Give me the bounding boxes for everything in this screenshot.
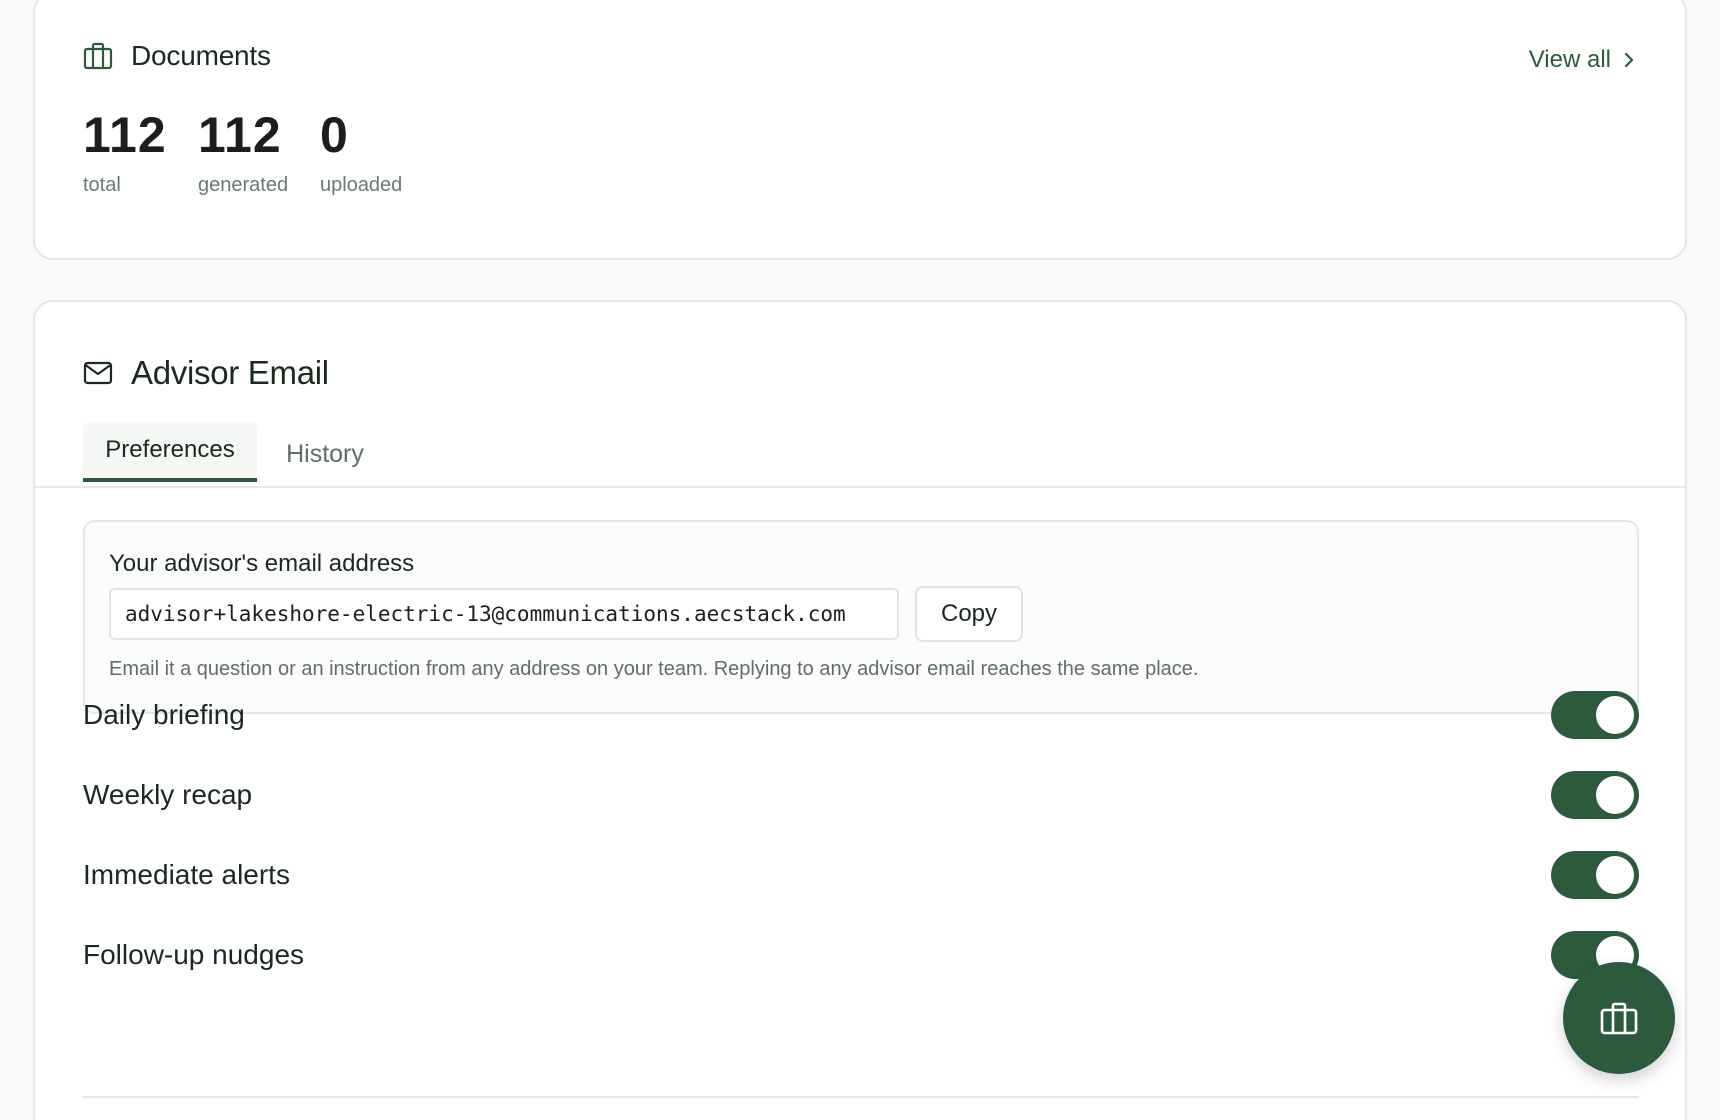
page: Documents View all 112 total 112 generat… [0, 0, 1720, 1120]
briefcase-fab-button[interactable] [1563, 962, 1675, 1074]
pref-label: Immediate alerts [83, 859, 290, 890]
documents-card: Documents View all 112 total 112 generat… [33, 0, 1687, 260]
mail-icon [83, 361, 113, 385]
stat-label: generated [198, 174, 289, 196]
tab-bar: Preferences History [35, 422, 1685, 488]
advisor-email-card: Advisor Email Preferences History Your a… [33, 300, 1687, 1120]
briefcase-icon [1600, 1001, 1638, 1035]
pref-label: Weekly recap [83, 779, 253, 810]
pref-row-daily-briefing: Daily briefing [83, 690, 1639, 740]
briefcase-icon [83, 42, 113, 70]
pref-row-weekly-recap: Weekly recap [83, 770, 1639, 820]
stat-value: 112 [198, 107, 282, 163]
stat-value: 0 [320, 107, 349, 163]
section-divider [83, 1096, 1639, 1098]
address-label: Your advisor's email address [109, 550, 415, 577]
tab-history[interactable]: History [257, 424, 393, 484]
advisor-address-panel: Your advisor's email address advisor+lak… [83, 520, 1639, 714]
view-all-link[interactable]: View all [1529, 46, 1635, 74]
chevron-right-icon [1623, 51, 1635, 69]
pref-row-immediate-alerts: Immediate alerts [83, 850, 1639, 900]
immediate-alerts-toggle[interactable] [1551, 851, 1639, 899]
toggle-knob [1596, 776, 1634, 814]
documents-title: Documents [131, 40, 271, 71]
toggle-knob [1596, 856, 1634, 894]
stat-value: 112 [83, 107, 167, 163]
advisor-email-header: Advisor Email [83, 354, 329, 392]
weekly-recap-toggle[interactable] [1551, 771, 1639, 819]
advisor-address-field[interactable]: advisor+lakeshore-electric-13@communicat… [109, 588, 899, 640]
documents-header: Documents [83, 40, 271, 72]
stat-label: uploaded [320, 174, 403, 196]
stat-label: total [83, 174, 121, 196]
pref-label: Daily briefing [83, 699, 245, 730]
toggle-knob [1596, 696, 1634, 734]
document-stats: 112 total 112 generated 0 uploaded [83, 106, 402, 197]
advisor-email-title: Advisor Email [131, 354, 329, 391]
stat-total: 112 total [83, 106, 198, 197]
view-all-label: View all [1528, 46, 1611, 73]
daily-briefing-toggle[interactable] [1551, 691, 1639, 739]
stat-generated: 112 generated [198, 106, 320, 197]
tab-preferences[interactable]: Preferences [83, 422, 257, 482]
copy-button[interactable]: Copy [915, 586, 1023, 642]
stat-uploaded: 0 uploaded [320, 106, 402, 197]
pref-label: Follow-up nudges [83, 939, 305, 970]
pref-row-follow-up-nudges: Follow-up nudges [83, 930, 1639, 980]
address-help-text: Email it a question or an instruction fr… [109, 658, 1199, 680]
